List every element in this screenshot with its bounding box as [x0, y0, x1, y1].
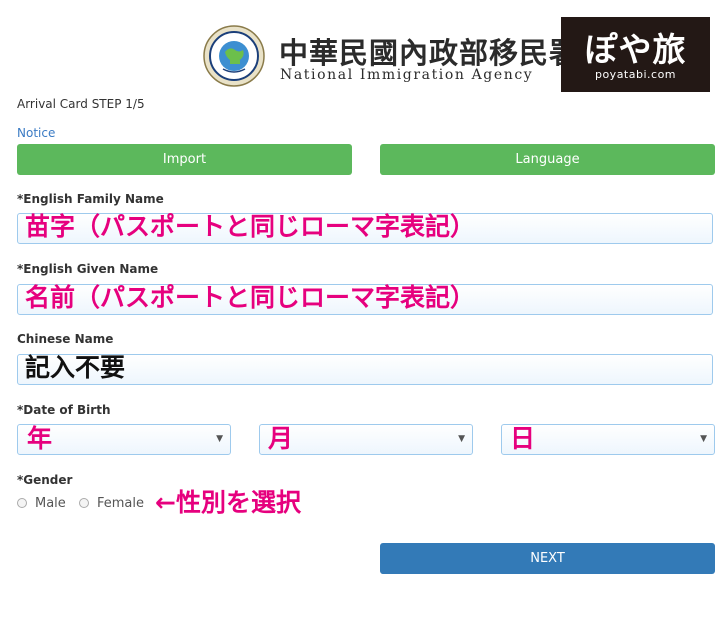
- family-name-label: *English Family Name: [17, 192, 164, 206]
- family-name-annotation: 苗字（パスポートと同じローマ字表記）: [25, 212, 476, 241]
- brand-url: poyatabi.com: [594, 68, 677, 81]
- gender-male-label[interactable]: Male: [35, 496, 66, 511]
- next-button[interactable]: NEXT: [380, 543, 715, 574]
- brand-watermark: ぽや旅 poyatabi.com: [561, 17, 710, 92]
- chinese-name-annotation: 記入不要: [25, 353, 126, 382]
- brand-name: ぽや旅: [584, 30, 687, 69]
- globe-seal-icon: [203, 25, 265, 87]
- gender-female-radio[interactable]: [79, 498, 89, 508]
- gender-annotation: ←性別を選択: [155, 488, 301, 517]
- gender-female-label[interactable]: Female: [97, 496, 144, 511]
- gender-label: *Gender: [17, 473, 73, 487]
- dropdown-arrow-icon: ▼: [700, 434, 707, 444]
- dropdown-arrow-icon: ▼: [216, 434, 223, 444]
- agency-name-zh: 中華民國內政部移民署: [279, 36, 580, 70]
- chinese-name-label: Chinese Name: [17, 332, 114, 346]
- step-indicator: Arrival Card STEP 1/5: [17, 97, 145, 111]
- gender-male-radio[interactable]: [17, 498, 27, 508]
- notice-link[interactable]: Notice: [17, 126, 55, 140]
- dob-month-annotation: 月: [268, 424, 294, 453]
- agency-name-en: National Immigration Agency: [280, 67, 534, 83]
- import-button[interactable]: Import: [17, 144, 352, 175]
- given-name-label: *English Given Name: [17, 262, 159, 276]
- dob-year-annotation: 年: [27, 424, 53, 453]
- agency-seal-logo: [203, 25, 265, 87]
- dropdown-arrow-icon: ▼: [458, 434, 465, 444]
- dob-label: *Date of Birth: [17, 403, 111, 417]
- language-button[interactable]: Language: [380, 144, 715, 175]
- given-name-annotation: 名前（パスポートと同じローマ字表記）: [25, 283, 476, 312]
- dob-day-annotation: 日: [510, 424, 536, 453]
